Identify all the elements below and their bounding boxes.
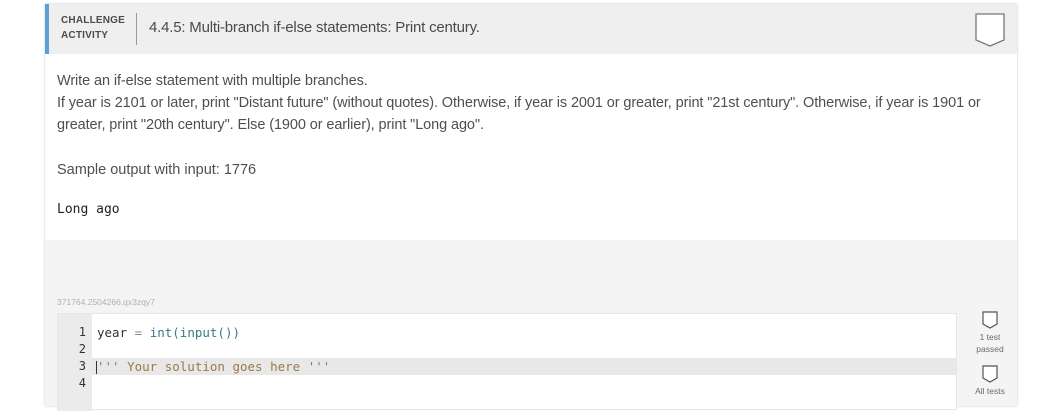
- code-id: 371764.2504266.qx3zqy7: [57, 297, 155, 307]
- line-number-gutter: 1 2 3 4: [58, 314, 92, 411]
- header-divider: [136, 13, 137, 45]
- test-status-panel: 1 test passed All tests: [969, 311, 1011, 397]
- sample-output-label: Sample output with input: 1776: [57, 162, 257, 178]
- line-number: 1: [78, 325, 86, 339]
- all-tests-badge-icon: [982, 365, 998, 383]
- code-token-operator: =: [127, 325, 150, 340]
- code-token-call: int(input()): [149, 325, 240, 340]
- code-line-1[interactable]: year = int(input()): [97, 325, 240, 340]
- activity-type-line1: CHALLENGE: [61, 15, 126, 26]
- code-token-variable: year: [97, 325, 128, 340]
- code-token-comment: ''' Your solution goes here ''': [97, 359, 331, 374]
- code-editor[interactable]: 1 2 3 4 year = int(input()) ''' Your sol…: [57, 313, 957, 411]
- line-number: 3: [78, 359, 86, 373]
- test-passed-line1: 1 test: [979, 332, 1001, 342]
- all-tests-label: All tests: [975, 386, 1005, 396]
- activity-title: 4.4.5: Multi-branch if-else statements: …: [149, 19, 480, 36]
- test-passed-line2: passed: [976, 344, 1004, 354]
- activity-type-tag: CHALLENGE ACTIVITY: [61, 13, 125, 43]
- activity-description: Write an if-else statement with multiple…: [57, 70, 987, 136]
- description-line-1: Write an if-else statement with multiple…: [57, 73, 368, 89]
- test-passed-label: 1 test passed: [969, 331, 1011, 355]
- challenge-activity-card: CHALLENGE ACTIVITY 4.4.5: Multi-branch i…: [45, 4, 1017, 411]
- description-line-2: If year is 2101 or later, print "Distant…: [57, 95, 981, 133]
- code-line-3[interactable]: ''' Your solution goes here ''': [96, 359, 331, 374]
- completion-badge-icon: [975, 13, 1005, 47]
- line-number: 4: [78, 376, 86, 390]
- sample-output-value: Long ago: [57, 202, 120, 217]
- test-badge-icon: [982, 311, 998, 329]
- activity-type-line2: ACTIVITY: [61, 30, 109, 41]
- activity-header: CHALLENGE ACTIVITY 4.4.5: Multi-branch i…: [45, 4, 1017, 54]
- line-number: 2: [78, 342, 86, 356]
